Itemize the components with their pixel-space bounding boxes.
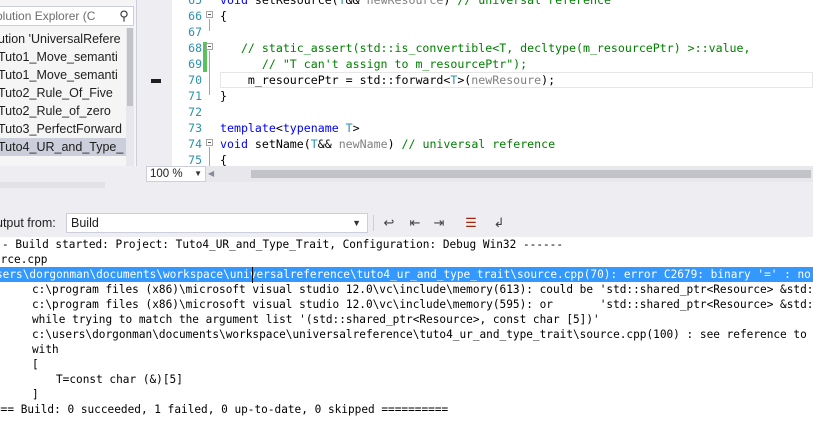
project-node[interactable]: Tuto1_Move_semanti [0, 48, 126, 66]
output-from-label: utput from: [0, 216, 56, 230]
code-line: void setResource(T&& newResource) // uni… [220, 0, 611, 7]
output-line: while trying to match the argument list … [32, 313, 600, 326]
project-node[interactable]: Tuto1_Move_semanti [0, 66, 126, 84]
editor-horizontal-scrollbar[interactable]: ◀ [206, 166, 813, 182]
indicator-margin[interactable] [137, 0, 172, 166]
line-number: 75 [188, 153, 202, 166]
tree-item-label: ution 'UniversalRefere [0, 32, 121, 46]
output-source-select[interactable]: Build ▼ [66, 213, 368, 233]
output-line: [ [32, 358, 39, 371]
output-line: c:\program files (x86)\microsoft visual … [32, 298, 813, 311]
line-number: 72 [188, 105, 202, 119]
output-line: c:\program files (x86)\microsoft visual … [32, 283, 813, 296]
toolbar-separator [373, 215, 374, 231]
fold-guide [209, 51, 210, 95]
solution-explorer-scrollbar[interactable] [126, 28, 134, 166]
output-line: === Build: 0 succeeded, 1 failed, 0 up-t… [0, 403, 449, 416]
output-line: with [32, 343, 59, 356]
project-node[interactable]: Tuto3_PerfectForward [0, 120, 126, 138]
line-number: 74 [188, 137, 202, 151]
code-line: { [220, 9, 227, 23]
line-number: 71 [188, 89, 202, 103]
code-line: } [220, 89, 227, 103]
dropdown-arrow-icon[interactable]: ▼ [352, 214, 361, 232]
panel-splitter[interactable] [0, 182, 813, 202]
tree-item-label: Tuto2_Rule_Of_Five [0, 86, 113, 100]
scrollbar-thumb[interactable] [251, 170, 811, 178]
outlining-margin [203, 0, 217, 166]
line-number: 67 [188, 25, 202, 39]
output-toolbar: utput from: Build ▼ ↩ ⇤ ⇥ ☰ ↲ [0, 210, 813, 236]
code-text[interactable]: void setResource(T&& newResource) // uni… [220, 0, 813, 166]
output-line: urce.cpp [0, 253, 48, 266]
zoom-level-combobox[interactable]: 100 % ▼ [146, 166, 206, 182]
text-cursor [252, 267, 253, 283]
tree-item-label: Tuto3_PerfectForward [0, 122, 122, 136]
line-numbers: 65 66 67 68 69 70 71 72 73 74 75 [172, 0, 202, 166]
tree-item-label: Tuto2_Rule_of_zero [0, 104, 111, 118]
output-line-selected-error[interactable]: sers\dorgonman\documents\workspace\unive… [0, 267, 813, 282]
zoom-level-value: 100 % [150, 168, 183, 180]
tree-item-label: Tuto1_Move_semanti [0, 50, 118, 64]
project-node-selected[interactable]: Tuto4_UR_and_Type_ [0, 138, 126, 156]
current-statement-marker [151, 79, 161, 83]
find-message-icon[interactable]: ↩ [380, 214, 398, 232]
tree-item-label: Tuto1_Move_semanti [0, 68, 118, 82]
code-line: // "T can't assign to m_resourcePtr"); [261, 57, 528, 71]
line-number: 65 [188, 0, 202, 7]
collapse-icon[interactable] [206, 139, 213, 146]
collapsed-node-strip [0, 182, 105, 188]
project-node[interactable]: Tuto2_Rule_of_zero [0, 102, 126, 120]
tree-item-label: Tuto4_UR_and_Type_ [0, 140, 124, 154]
output-source-value: Build [71, 216, 99, 230]
fold-guide [209, 19, 210, 31]
scroll-left-icon[interactable]: ◀ [208, 169, 214, 178]
solution-explorer-panel: olution Explorer (C ⚲ ution 'UniversalRe… [0, 0, 137, 166]
output-line: - Build started: Project: Tuto4_UR_and_T… [2, 238, 564, 251]
search-input[interactable]: olution Explorer (C [0, 9, 115, 23]
code-line: void setName(T&& newName) // universal r… [220, 137, 556, 151]
solution-node[interactable]: ution 'UniversalRefere [0, 30, 126, 48]
collapse-icon[interactable] [206, 43, 213, 50]
search-icon[interactable]: ⚲ [115, 8, 133, 24]
word-wrap-icon[interactable]: ↲ [490, 214, 508, 232]
code-line-current: m_resourcePtr = std::forward<T>(newResou… [220, 72, 813, 88]
next-message-icon[interactable]: ⇥ [430, 214, 448, 232]
output-pane[interactable]: - Build started: Project: Tuto4_UR_and_T… [0, 237, 813, 421]
line-number: 69 [188, 57, 202, 71]
solution-explorer-search[interactable]: olution Explorer (C ⚲ [0, 6, 134, 26]
code-line: { [220, 153, 227, 166]
line-number: 70 [188, 73, 202, 87]
line-number: 73 [188, 121, 202, 135]
code-line: // static_assert(std::is_convertible<T, … [240, 41, 751, 55]
line-number: 66 [188, 9, 202, 23]
output-line: c:\users\dorgonman\documents\workspace\u… [32, 328, 807, 341]
solution-tree: ution 'UniversalRefere Tuto1_Move_semant… [0, 30, 126, 156]
dropdown-arrow-icon[interactable]: ▼ [194, 167, 202, 181]
project-node[interactable]: Tuto2_Rule_Of_Five [0, 84, 126, 102]
collapse-icon[interactable] [206, 11, 213, 18]
previous-message-icon[interactable]: ⇤ [406, 214, 424, 232]
line-number: 68 [188, 41, 202, 55]
scrollbar-thumb[interactable] [127, 28, 133, 106]
output-line: ] [32, 388, 39, 401]
output-line: T=const char (&)[5] [56, 373, 183, 386]
code-editor[interactable]: 65 66 67 68 69 70 71 72 73 74 75 void setResource(… [137, 0, 813, 166]
fold-guide [209, 147, 210, 166]
code-line: template<typename T> [220, 121, 360, 135]
clear-all-icon[interactable]: ☰ [462, 214, 480, 232]
